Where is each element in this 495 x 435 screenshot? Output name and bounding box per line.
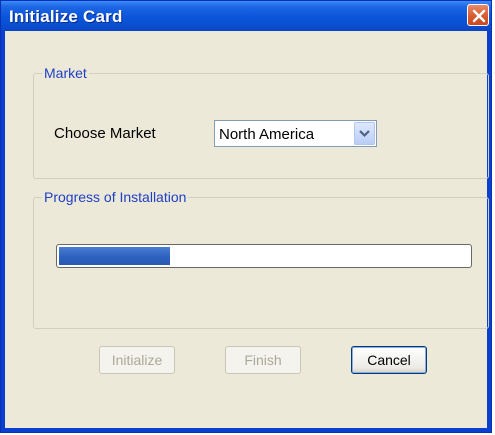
progress-legend: Progress of Installation — [42, 188, 189, 206]
market-select[interactable]: North America — [214, 120, 377, 147]
market-legend: Market — [42, 64, 89, 82]
progress-fill — [59, 247, 170, 265]
close-button[interactable] — [467, 4, 489, 26]
initialize-button[interactable]: Initialize — [99, 346, 175, 374]
title-bar[interactable]: Initialize Card — [1, 1, 491, 31]
cancel-button[interactable]: Cancel — [351, 346, 427, 374]
close-icon — [472, 9, 486, 23]
installation-progress-bar — [56, 244, 472, 268]
market-dropdown-button[interactable] — [354, 122, 375, 145]
market-select-value: North America — [219, 126, 315, 143]
chevron-down-icon — [359, 130, 370, 138]
window-title: Initialize Card — [9, 7, 123, 26]
market-group: Market Choose Market North America — [33, 64, 489, 179]
dialog-body: Market Choose Market North America Progr… — [5, 31, 489, 428]
dialog-window: Initialize Card Market Choose Market Nor… — [0, 0, 492, 433]
choose-market-label: Choose Market — [54, 125, 156, 142]
finish-button[interactable]: Finish — [225, 346, 301, 374]
progress-group: Progress of Installation — [33, 188, 489, 329]
